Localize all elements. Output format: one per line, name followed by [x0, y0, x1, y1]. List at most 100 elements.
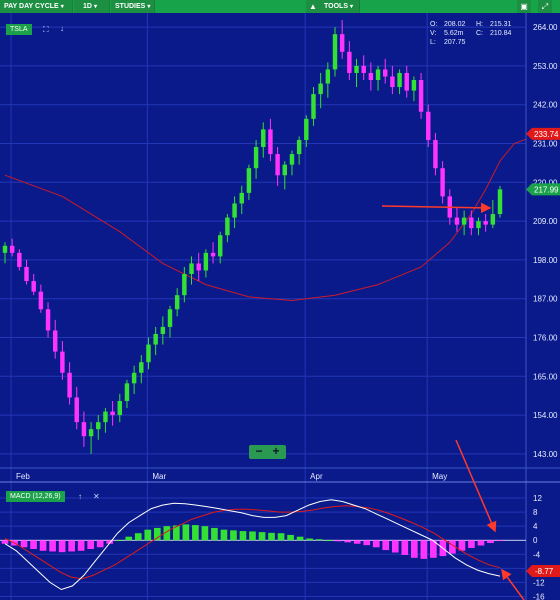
macd-hist-bar	[249, 531, 256, 541]
candle-down	[382, 69, 388, 77]
close-icon[interactable]: ✕	[93, 492, 100, 501]
macd-hist-bar	[268, 532, 275, 541]
arrow-down-icon[interactable]: ↓	[60, 24, 64, 33]
candle-up	[88, 429, 94, 437]
zoom-control: − +	[249, 445, 286, 459]
macd-hist-bar	[20, 540, 28, 548]
candle-down	[368, 72, 374, 81]
price-tick-label: 231.00	[533, 140, 558, 149]
x-tick-label: May	[432, 472, 447, 481]
tools-label: TOOLS	[324, 3, 348, 10]
annotation-arrow-price	[381, 202, 492, 214]
macd-hist-bar	[58, 540, 66, 553]
macd-hist-bar	[258, 532, 266, 541]
price-tick-label: 187.00	[533, 295, 558, 304]
close-value: 210.84	[490, 30, 512, 37]
macd-hist-bar	[144, 529, 152, 541]
candle-up	[461, 217, 467, 225]
price-tick-label: 242.00	[533, 101, 558, 110]
macd-hist-bar	[39, 540, 47, 551]
macd-hist-bar	[230, 530, 237, 541]
candle-down	[45, 309, 51, 331]
candle-up	[397, 72, 402, 88]
candle-up	[174, 295, 180, 310]
candle-up	[203, 252, 209, 271]
zoom-out-button[interactable]: −	[251, 445, 267, 459]
macd-hist-bar	[420, 540, 428, 559]
candle-up	[253, 147, 259, 169]
zoom-in-button[interactable]: +	[268, 445, 284, 459]
candle-up	[232, 203, 237, 218]
macd-hist-bar	[115, 540, 123, 542]
candle-up	[117, 400, 123, 416]
candle-up	[490, 214, 496, 225]
macd-hist-bar	[220, 529, 228, 541]
chart-area: 264.00253.00242.00231.00220.00209.00198.…	[0, 13, 560, 600]
high-value: 215.31	[490, 21, 512, 28]
ticker-badge[interactable]: TSLA	[6, 24, 32, 35]
arrow-up-icon[interactable]: ↑	[78, 492, 82, 501]
macd-hist-bar	[334, 540, 342, 542]
candle-up	[225, 217, 230, 236]
macd-hist-bar	[325, 540, 332, 542]
candle-up	[282, 164, 288, 176]
macd-hist-bar	[96, 540, 104, 548]
price-axis: 264.00253.00242.00231.00220.00209.00198.…	[525, 13, 560, 600]
tools-menu[interactable]: TOOLS ▾	[320, 0, 360, 13]
price-tag-label: 217.99	[534, 185, 559, 194]
macd-hist-bar	[487, 540, 494, 544]
macd-hist-bar	[315, 539, 323, 541]
macd-hist-bar	[468, 540, 475, 548]
candle-down	[81, 422, 87, 437]
macd-hist-bar	[401, 540, 409, 555]
fullscreen-icon[interactable]: ⤢	[538, 0, 552, 13]
candle-up	[160, 326, 166, 334]
macd-hist-bar	[192, 525, 199, 541]
macd-hist-bar	[296, 536, 304, 541]
candle-up	[325, 69, 331, 84]
candle-down	[275, 154, 280, 176]
macd-badge[interactable]: MACD (12,26,9)	[6, 491, 65, 502]
candle-down	[38, 291, 44, 310]
candle-up	[411, 80, 417, 91]
price-tag: 233.74	[526, 127, 560, 140]
studies-menu[interactable]: STUDIES ▾	[111, 0, 155, 13]
candle-down	[347, 51, 352, 73]
macd-hist-bar	[477, 540, 485, 546]
candle-down	[418, 80, 424, 112]
candle-down	[440, 168, 445, 197]
candle-up	[103, 411, 108, 423]
macd-axis: 12840-4-8-12-16-8.77	[526, 494, 560, 600]
chevron-down-icon: ▾	[60, 4, 64, 10]
candle-down	[196, 263, 201, 271]
chevron-down-icon: ▾	[147, 4, 151, 10]
expand-icon[interactable]: ⛶	[43, 25, 49, 35]
candle-up	[131, 372, 137, 384]
candle-down	[361, 65, 366, 73]
macd-hist-bar	[182, 524, 190, 541]
macd-tick-label: 4	[533, 522, 538, 531]
price-tick-label: 209.00	[533, 217, 558, 226]
macd-hist-bar	[391, 540, 399, 553]
candle-down	[469, 217, 474, 229]
x-tick-label: Feb	[16, 472, 30, 481]
macd-hist-bar	[353, 540, 361, 544]
candle-up	[261, 129, 266, 148]
macd-hist-bar	[277, 533, 285, 541]
candle-down	[426, 111, 431, 140]
candle-up	[96, 422, 101, 430]
pay-day-cycle-menu[interactable]: PAY DAY CYCLE ▾	[0, 0, 73, 13]
price-tag: 217.99	[526, 183, 560, 196]
price-tick-label: 165.00	[533, 372, 558, 381]
macd-hist-bar	[372, 540, 380, 548]
cursor-icon[interactable]: ▲	[306, 0, 320, 13]
chevron-down-icon: ▾	[93, 4, 97, 10]
candle-up	[304, 118, 309, 140]
macd-value-tag-label: -8.77	[535, 567, 554, 576]
price-tag-label: 233.74	[534, 130, 559, 139]
screenshot-icon[interactable]: ▣	[517, 0, 531, 13]
candle-down	[31, 281, 36, 292]
price-tick-label: 143.00	[533, 450, 558, 459]
open-label: O:	[430, 21, 438, 28]
interval-menu[interactable]: 1D ▾	[74, 0, 110, 13]
